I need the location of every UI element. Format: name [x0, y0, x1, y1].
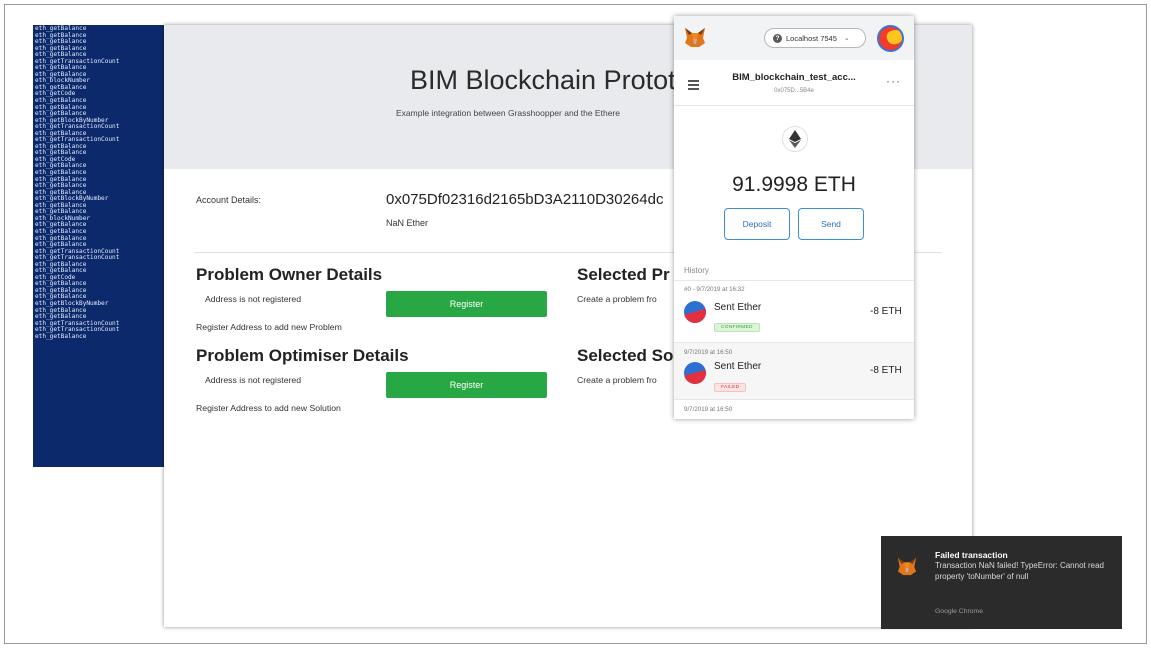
problem-owner-heading: Problem Owner Details: [196, 265, 383, 284]
status-badge: CONFIRMED: [714, 323, 760, 332]
account-details-label: Account Details:: [196, 195, 262, 205]
metamask-fox-icon: [897, 557, 917, 576]
metamask-header: ? Localhost 7545 ⌄: [674, 16, 914, 60]
network-name: Localhost 7545: [786, 33, 837, 43]
transaction-date: 9/7/2019 at 16:50: [684, 406, 733, 413]
transaction-date: #0 - 9/7/2019 at 16:32: [684, 286, 745, 293]
send-button[interactable]: Send: [798, 208, 864, 240]
page-title: BIM Blockchain Protot: [410, 65, 676, 95]
help-icon: ?: [773, 33, 782, 43]
ethereum-icon: [782, 126, 808, 152]
transaction-item[interactable]: 9/7/2019 at 16:50 Sent Ether -8 ETH FAIL…: [674, 342, 914, 400]
optimiser-hint: Register Address to add new Solution: [196, 403, 341, 413]
selected-problem-heading: Selected Pr: [577, 265, 670, 284]
selected-solution-heading: Selected So: [577, 346, 674, 365]
metamask-popup: ? Localhost 7545 ⌄ BIM_blockchain_test_a…: [674, 16, 914, 419]
metamask-fox-icon[interactable]: [684, 26, 706, 48]
transaction-item[interactable]: #0 - 9/7/2019 at 16:32 Sent Ether -8 ETH…: [674, 282, 914, 340]
notification-message: Transaction NaN failed! TypeError: Canno…: [935, 561, 1104, 581]
transaction-amount: -8 ETH: [870, 306, 902, 317]
deposit-button[interactable]: Deposit: [724, 208, 790, 240]
owner-status: Address is not registered: [205, 294, 302, 304]
account-address: 0x075Df02316d2165bD3A2110D30264dc: [386, 191, 664, 208]
status-badge: FAILED: [714, 383, 747, 392]
eth-balance: 91.9998 ETH: [732, 173, 856, 196]
page-subtitle: Example integration between Grasshoopper…: [396, 108, 620, 118]
transaction-icon: [684, 301, 706, 323]
divider: [674, 280, 914, 281]
transaction-title: Sent Ether: [714, 361, 762, 372]
more-options-icon[interactable]: ···: [886, 74, 901, 88]
account-bar: BIM_blockchain_test_acc... 0x075D...5B4e…: [674, 60, 914, 106]
network-selector[interactable]: ? Localhost 7545 ⌄: [764, 28, 866, 48]
failed-transaction-notification[interactable]: Failed transaction Transaction NaN faile…: [881, 536, 1122, 629]
optimiser-status: Address is not registered: [205, 375, 302, 385]
history-label: History: [684, 266, 709, 275]
register-owner-button[interactable]: Register: [386, 291, 547, 317]
transaction-icon: [684, 362, 706, 384]
transaction-item[interactable]: 9/7/2019 at 16:50: [674, 402, 914, 419]
transaction-title: Sent Ether: [714, 302, 762, 313]
selected-problem-text: Create a problem fro: [577, 294, 657, 304]
problem-optimiser-heading: Problem Optimiser Details: [196, 346, 409, 365]
account-name[interactable]: BIM_blockchain_test_acc...: [674, 72, 914, 83]
account-balance: NaN Ether: [386, 218, 429, 228]
chevron-down-icon: ⌄: [843, 35, 850, 42]
selected-solution-text: Create a problem fro: [577, 375, 657, 385]
account-short-address[interactable]: 0x075D...5B4e: [674, 88, 914, 94]
owner-hint: Register Address to add new Problem: [196, 322, 342, 332]
notification-source: Google Chrome: [935, 608, 983, 615]
register-optimiser-button[interactable]: Register: [386, 372, 547, 398]
account-avatar[interactable]: [877, 25, 904, 52]
notification-title: Failed transaction: [935, 550, 1008, 560]
transaction-date: 9/7/2019 at 16:50: [684, 349, 733, 356]
transaction-amount: -8 ETH: [870, 365, 902, 376]
